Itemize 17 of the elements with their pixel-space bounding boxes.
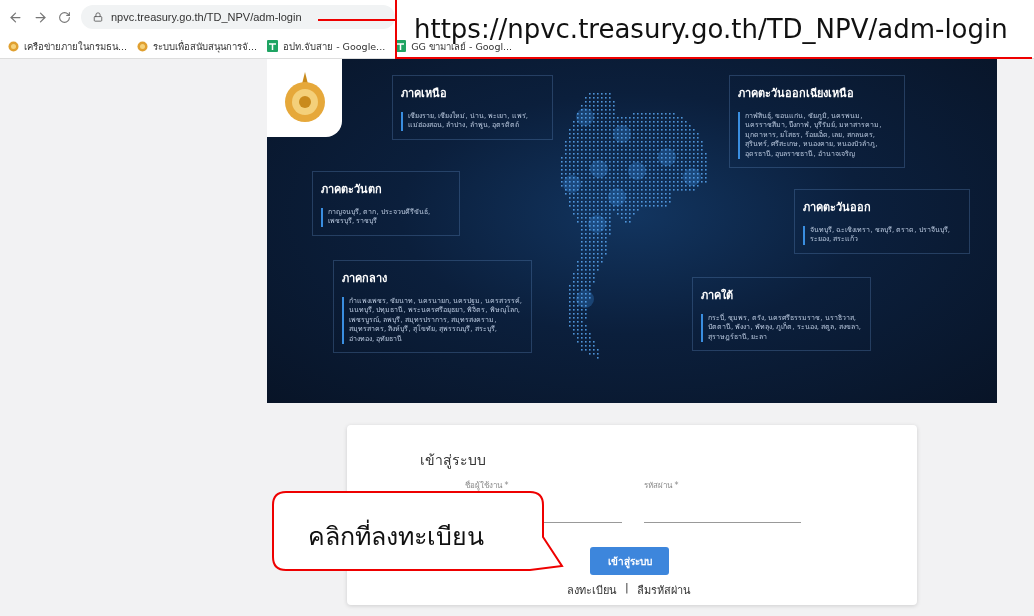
region-title: ภาคกลาง bbox=[342, 271, 388, 287]
input-field[interactable]: รหัสผ่าน * bbox=[644, 479, 801, 523]
region-title: ภาคตะวันตก bbox=[321, 182, 383, 198]
bookmark[interactable]: อปท.จับสาย - Google... bbox=[267, 38, 386, 54]
address-bar[interactable]: npvc.treasury.go.th/TD_NPV/adm-login bbox=[81, 5, 395, 29]
region-title: ภาคใต้ bbox=[701, 287, 734, 304]
forgot-password-link[interactable]: ลืมรหัสผ่าน bbox=[636, 581, 691, 599]
login-button[interactable]: เข้าสู่ระบบ bbox=[590, 547, 669, 575]
bookmark[interactable]: เครือข่ายภายในกรมธน... bbox=[8, 38, 128, 54]
link-separator: | bbox=[625, 581, 629, 596]
login-title: เข้าสู่ระบบ bbox=[420, 451, 487, 471]
callout-text: https://npvc.treasury.go.th/TD_NPV/adm-login bbox=[414, 14, 1008, 44]
bookmark[interactable]: ระบบเพื่อสนับสนุนการจั... bbox=[137, 38, 258, 54]
region-title: ภาคตะวันออก bbox=[803, 200, 872, 216]
region-title: ภาคตะวันออกเฉียงเหนือ bbox=[738, 86, 855, 102]
region-title: ภาคเหนือ bbox=[401, 86, 448, 102]
register-link[interactable]: ลงทะเบียน bbox=[567, 581, 617, 599]
